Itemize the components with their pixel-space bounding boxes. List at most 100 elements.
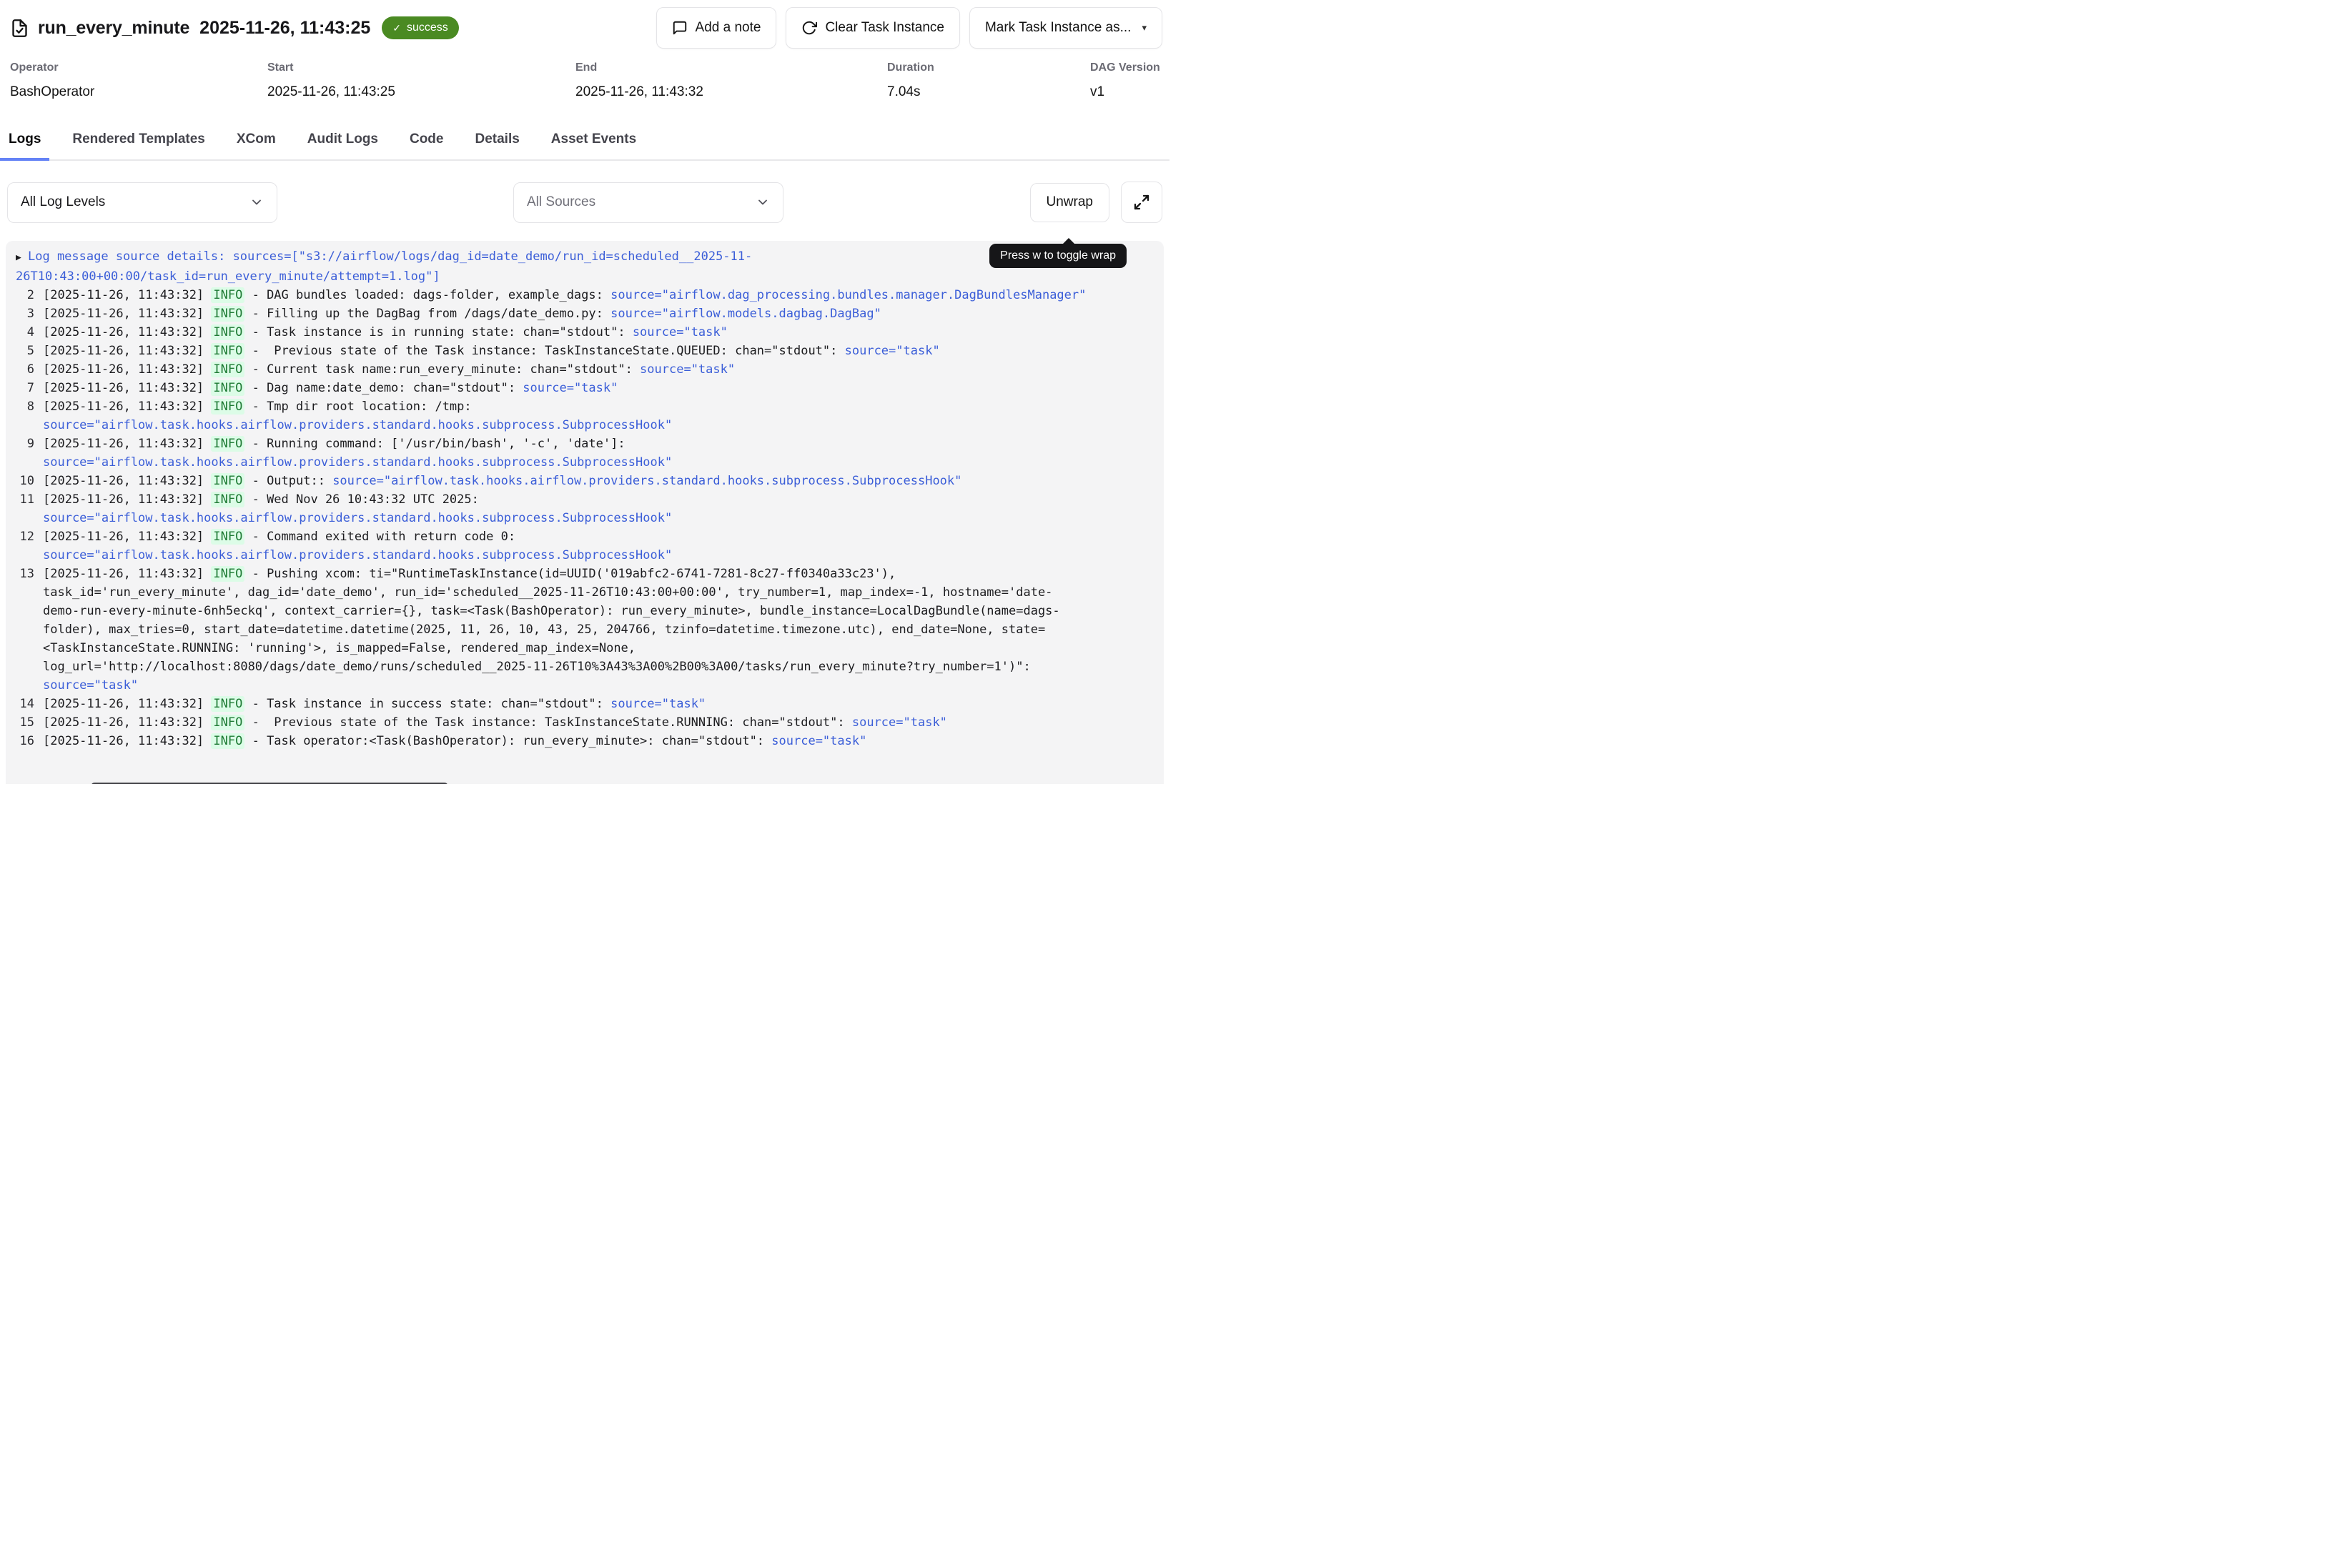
clear-task-instance-button[interactable]: Clear Task Instance bbox=[786, 7, 960, 49]
log-line: 14 [2025-11-26, 11:43:32] INFO - Task ins… bbox=[16, 695, 1154, 713]
log-line-content: [2025-11-26, 11:43:32] INFO - Running co… bbox=[43, 435, 1154, 472]
log-source-link[interactable]: source="airflow.task.hooks.airflow.provi… bbox=[332, 474, 961, 488]
log-text: - Command exited with return code 0: bbox=[244, 530, 515, 544]
tab-audit-logs[interactable]: Audit Logs bbox=[299, 132, 387, 161]
log-source-link[interactable]: source="task" bbox=[43, 678, 138, 693]
status-badge-label: success bbox=[407, 21, 448, 34]
log-source-link[interactable]: source="airflow.dag_processing.bundles.m… bbox=[610, 288, 1086, 302]
log-sources-select[interactable]: All Sources bbox=[513, 182, 783, 223]
log-source-link[interactable]: source="task" bbox=[845, 344, 940, 358]
scrollbar-thumb[interactable] bbox=[91, 783, 448, 784]
add-note-button[interactable]: Add a note bbox=[656, 7, 777, 49]
log-text: [2025-11-26, 11:43:32] bbox=[43, 400, 211, 414]
chevron-down-icon bbox=[756, 195, 770, 209]
tab-asset-events[interactable]: Asset Events bbox=[543, 132, 645, 161]
meta-value: BashOperator bbox=[10, 84, 267, 100]
log-line-number: 10 bbox=[16, 472, 34, 490]
log-line-number: 12 bbox=[16, 527, 34, 565]
log-line: 9[2025-11-26, 11:43:32] INFO - Running c… bbox=[16, 435, 1154, 472]
run-timestamp: 2025-11-26, 11:43:25 bbox=[199, 18, 370, 39]
collapse-toggle-icon[interactable]: ▶ bbox=[16, 249, 28, 267]
log-line-content: [2025-11-26, 11:43:32] INFO - Task insta… bbox=[43, 695, 1154, 713]
unwrap-button[interactable]: Unwrap bbox=[1030, 183, 1109, 222]
mark-task-instance-as-button[interactable]: Mark Task Instance as... ▾ bbox=[969, 7, 1162, 49]
log-source-link[interactable]: source="airflow.task.hooks.airflow.provi… bbox=[43, 511, 672, 525]
log-text: [2025-11-26, 11:43:32] bbox=[43, 381, 211, 395]
log-level-badge: INFO bbox=[211, 362, 244, 377]
log-text: - Tmp dir root location: /tmp: bbox=[244, 400, 471, 414]
log-source-link[interactable]: source="task" bbox=[610, 697, 706, 711]
log-line: 2[2025-11-26, 11:43:32] INFO - DAG bundl… bbox=[16, 286, 1154, 304]
log-source-link[interactable]: source="task" bbox=[523, 381, 618, 395]
log-line-number: 14 bbox=[16, 695, 34, 713]
tab-logs[interactable]: Logs bbox=[0, 132, 49, 161]
log-line-number: 13 bbox=[16, 565, 34, 695]
add-note-label: Add a note bbox=[696, 20, 761, 36]
log-line-content: [2025-11-26, 11:43:32] INFO - Current ta… bbox=[43, 360, 1154, 379]
log-level-badge: INFO bbox=[211, 399, 244, 415]
log-source-link[interactable]: source="airflow.task.hooks.airflow.provi… bbox=[43, 455, 672, 470]
log-source-link[interactable]: Log message source details: sources=["s3… bbox=[16, 249, 752, 284]
log-level-select[interactable]: All Log Levels bbox=[7, 182, 277, 223]
tab-rendered-templates[interactable]: Rendered Templates bbox=[64, 132, 213, 161]
log-source-link[interactable]: source="task" bbox=[771, 734, 866, 748]
fullscreen-button[interactable] bbox=[1121, 182, 1162, 223]
log-level-badge: INFO bbox=[211, 473, 244, 489]
log-text: - Filling up the DagBag from /dags/date_… bbox=[244, 307, 610, 321]
log-line-content: [2025-11-26, 11:43:32] INFO - Output:: s… bbox=[43, 472, 1154, 490]
wrap-tooltip: Press w to toggle wrap bbox=[989, 244, 1127, 268]
log-source-link[interactable]: source="task" bbox=[640, 362, 735, 377]
log-level-badge: INFO bbox=[211, 380, 244, 396]
log-text: [2025-11-26, 11:43:32] bbox=[43, 325, 211, 339]
log-source-link[interactable]: source="airflow.task.hooks.airflow.provi… bbox=[43, 548, 672, 562]
log-level-badge: INFO bbox=[211, 306, 244, 322]
log-level-badge: INFO bbox=[211, 696, 244, 712]
log-text: - Running command: ['/usr/bin/bash', '-c… bbox=[244, 437, 625, 451]
log-source-link[interactable]: source="task" bbox=[852, 715, 947, 730]
tab-xcom[interactable]: XCom bbox=[228, 132, 285, 161]
horizontal-scrollbar[interactable] bbox=[6, 780, 1164, 784]
meta-end: End 2025-11-26, 11:43:32 bbox=[575, 61, 887, 100]
log-level-badge: INFO bbox=[211, 436, 244, 452]
header: run_every_minute 2025-11-26, 11:43:25 ✓ … bbox=[0, 0, 1170, 49]
status-badge: ✓ success bbox=[382, 16, 459, 39]
meta-row: Operator BashOperator Start 2025-11-26, … bbox=[0, 49, 1170, 100]
log-line: 12[2025-11-26, 11:43:32] INFO - Command … bbox=[16, 527, 1154, 565]
log-line-content: ▶Log message source details: sources=["s… bbox=[16, 247, 1154, 286]
meta-value: 2025-11-26, 11:43:25 bbox=[267, 84, 575, 100]
caret-down-icon: ▾ bbox=[1142, 22, 1147, 34]
tooltip-text: Press w to toggle wrap bbox=[1000, 249, 1116, 262]
meta-label: End bbox=[575, 61, 887, 74]
log-source-link[interactable]: source="airflow.models.dagbag.DagBag" bbox=[610, 307, 881, 321]
log-line: 13[2025-11-26, 11:43:32] INFO - Pushing … bbox=[16, 565, 1154, 695]
header-actions: Add a note Clear Task Instance Mark Task… bbox=[656, 7, 1162, 49]
log-line-content: [2025-11-26, 11:43:32] INFO - Task opera… bbox=[43, 732, 1154, 750]
log-level-badge: INFO bbox=[211, 343, 244, 359]
log-source-link[interactable]: source="airflow.task.hooks.airflow.provi… bbox=[43, 418, 672, 432]
meta-dag-version: DAG Version v1 bbox=[1090, 61, 1170, 100]
log-text: [2025-11-26, 11:43:32] bbox=[43, 530, 211, 544]
log-source-link[interactable]: source="task" bbox=[633, 325, 728, 339]
tab-details[interactable]: Details bbox=[466, 132, 528, 161]
meta-operator: Operator BashOperator bbox=[10, 61, 267, 100]
log-line-content: [2025-11-26, 11:43:32] INFO - Pushing xc… bbox=[43, 565, 1154, 695]
log-text: - Output:: bbox=[244, 474, 332, 488]
log-line-content: [2025-11-26, 11:43:32] INFO - Wed Nov 26… bbox=[43, 490, 1154, 527]
tab-code[interactable]: Code bbox=[401, 132, 453, 161]
log-line-number: 16 bbox=[16, 732, 34, 750]
log-line: 3[2025-11-26, 11:43:32] INFO - Filling u… bbox=[16, 304, 1154, 323]
log-text: - Task instance is in running state: cha… bbox=[244, 325, 632, 339]
log-text: - Pushing xcom: ti="RuntimeTaskInstance(… bbox=[43, 567, 1060, 674]
log-line: 8[2025-11-26, 11:43:32] INFO - Tmp dir r… bbox=[16, 397, 1154, 435]
meta-value: 2025-11-26, 11:43:32 bbox=[575, 84, 887, 100]
log-line-content: [2025-11-26, 11:43:32] INFO - Filling up… bbox=[43, 304, 1154, 323]
log-text: [2025-11-26, 11:43:32] bbox=[43, 734, 211, 748]
log-filter-bar: All Log Levels All Sources Unwrap bbox=[0, 182, 1170, 223]
log-line: 16 [2025-11-26, 11:43:32] INFO - Task ope… bbox=[16, 732, 1154, 750]
log-level-badge: INFO bbox=[211, 733, 244, 749]
log-line-content: [2025-11-26, 11:43:32] INFO - Tmp dir ro… bbox=[43, 397, 1154, 435]
meta-label: Operator bbox=[10, 61, 267, 74]
log-line-number: 11 bbox=[16, 490, 34, 527]
log-text: [2025-11-26, 11:43:32] bbox=[43, 344, 211, 358]
log-panel[interactable]: ▶Log message source details: sources=["s… bbox=[6, 241, 1164, 784]
